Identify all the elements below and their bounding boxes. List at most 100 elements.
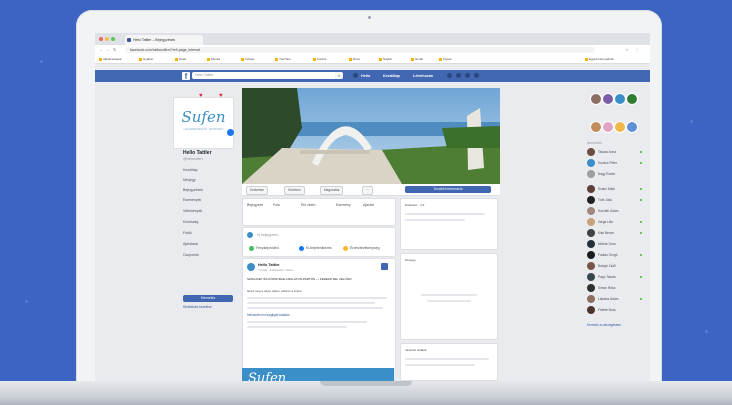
nav-home[interactable]: Kezdőlap: [383, 73, 400, 79]
bookmark-item[interactable]: Gmail: [411, 56, 423, 62]
bookmark-item[interactable]: Fordító: [313, 56, 327, 62]
help-icon[interactable]: [474, 73, 479, 78]
bookmarks-bar: Alkalmazások Gyakori Hírek Munka Térkép …: [95, 55, 650, 64]
bookmark-item[interactable]: Naptár: [379, 56, 392, 62]
sidebar-item-posts[interactable]: Bejegyzések: [183, 188, 203, 192]
photo-video-button[interactable]: Fénykép/videó: [256, 246, 279, 250]
post-image[interactable]: Sufen: [242, 368, 394, 382]
tab-title: Hello Tattler – Bejegyzések: [133, 38, 176, 42]
page-handle[interactable]: @hellosufen: [183, 157, 203, 161]
check-in-button[interactable]: Ki-bejelentkezés: [306, 246, 332, 250]
contact-item[interactable]: Papp Tamás: [587, 273, 645, 281]
promote-button[interactable]: Kiemelés: [183, 295, 233, 302]
tab-offer[interactable]: Ajánlat: [363, 203, 374, 207]
contact-item[interactable]: Lakatos Ádám: [587, 295, 645, 303]
contact-item[interactable]: Varga Lilla: [587, 218, 645, 226]
star-icon[interactable]: ☆: [625, 48, 629, 52]
reviews-label[interactable]: Értékelés · 4,9: [405, 203, 424, 207]
contact-item[interactable]: Nagy Eszter: [587, 170, 645, 178]
url-field[interactable]: facebook.com/hellosutfen/?ref=page_inter…: [125, 47, 595, 53]
close-window-dot[interactable]: [99, 37, 103, 41]
post-timestamp[interactable]: 7 órája · Közzétette: Sufen: [258, 268, 294, 272]
minimize-window-dot[interactable]: [105, 37, 109, 41]
bookmark-item[interactable]: Gyakori: [139, 56, 153, 62]
avatar[interactable]: [614, 93, 626, 105]
boost-icon[interactable]: [381, 263, 388, 270]
avatar[interactable]: [626, 93, 638, 105]
nav-profile[interactable]: Hello: [361, 73, 370, 79]
contact-item[interactable]: Kiss Bence: [587, 229, 645, 237]
avatar[interactable]: [614, 121, 626, 133]
contact-item[interactable]: Molnár Dóra: [587, 240, 645, 248]
sidebar-item-events[interactable]: Események: [183, 198, 201, 202]
contact-item[interactable]: Fekete Nóra: [587, 306, 645, 314]
tab-live[interactable]: Élő videó: [301, 203, 315, 207]
sidebar-item-reviews[interactable]: Vélemények: [183, 209, 202, 213]
avatar[interactable]: [602, 121, 614, 133]
cover-photo[interactable]: [242, 88, 500, 184]
post-author[interactable]: Hello Tattler: [258, 263, 280, 267]
sidebar-item-community[interactable]: Közösség: [183, 220, 198, 224]
share-button[interactable]: Megosztás: [320, 186, 344, 195]
contact-item[interactable]: Szabó Márk: [587, 185, 645, 193]
maximize-window-dot[interactable]: [111, 37, 115, 41]
sidebar-item-about[interactable]: Névjegy: [183, 178, 196, 182]
sidebar-item-groups[interactable]: Csoportok: [183, 253, 199, 257]
avatar[interactable]: [247, 263, 255, 271]
feeling-button[interactable]: Érzés/tevékenység: [350, 246, 380, 250]
forward-arrow-icon[interactable]: →: [106, 48, 110, 52]
composer-input[interactable]: Írj bejegyzést...: [257, 233, 281, 237]
learn-more-button[interactable]: További információ: [405, 186, 491, 193]
contact-item[interactable]: Tóth Júlia: [587, 196, 645, 204]
nav-create[interactable]: Létrehozás: [413, 73, 433, 79]
bookmark-item[interactable]: YouTube: [275, 56, 291, 62]
post-link[interactable]: hellosufen.hu/szigliget-balaton: [247, 313, 290, 317]
like-button[interactable]: Kedvelem: [246, 186, 269, 195]
sidebar-item-home[interactable]: Kezdőlap: [183, 168, 198, 172]
back-arrow-icon[interactable]: ←: [99, 48, 103, 52]
contact-item[interactable]: Simon Réka: [587, 284, 645, 292]
bookmark-item[interactable]: Alkalmazások: [99, 56, 122, 62]
avatar[interactable]: [626, 121, 638, 133]
camera-icon[interactable]: [227, 129, 234, 136]
menu-dots-icon[interactable]: ⋮: [635, 48, 639, 52]
info-card: Névjegy: [400, 253, 498, 340]
bookmark-item[interactable]: Hírek: [175, 56, 186, 62]
page-profile-picture[interactable]: Sufen LAKÁSDEKORÁCIÓ · FESTÉSZET: [173, 97, 234, 149]
avatar[interactable]: [590, 93, 602, 105]
notifications-icon[interactable]: [465, 73, 470, 78]
facebook-logo-icon[interactable]: f: [182, 72, 190, 81]
suggested-pages-card: Javasolt oldalak: [400, 343, 498, 381]
avatar[interactable]: [590, 121, 602, 133]
more-button[interactable]: ···: [362, 186, 374, 195]
avatar: [247, 232, 253, 238]
bookmark-item[interactable]: Egyéb könyvjelzők: [585, 56, 614, 62]
browser-tab[interactable]: Hello Tattler – Bejegyzések: [125, 35, 203, 45]
contact-item[interactable]: Takács Anna: [587, 148, 645, 156]
bookmark-item[interactable]: Térkép: [241, 56, 254, 62]
friends-icon[interactable]: [447, 73, 452, 78]
sidebar-item-photos[interactable]: Fotók: [183, 231, 192, 235]
bookmark-item[interactable]: Munka: [207, 56, 220, 62]
reload-icon[interactable]: ↻: [113, 48, 117, 52]
search-icon[interactable]: ⌕: [335, 72, 343, 79]
bookmark-item[interactable]: Képek: [439, 56, 452, 62]
follow-button[interactable]: Követem: [284, 186, 305, 195]
chat-search[interactable]: Keresés a csevegésben: [587, 323, 621, 327]
sidebar-item-recommendations[interactable]: Ajánlások: [183, 242, 198, 246]
text-line: [247, 321, 367, 323]
page-title[interactable]: Hello Tattler: [183, 150, 212, 156]
manage-ads-link[interactable]: Hirdetések kezelése: [183, 305, 212, 309]
tab-event[interactable]: Esemény: [336, 203, 351, 207]
bookmark-item[interactable]: Drive: [349, 56, 360, 62]
facebook-search-input[interactable]: Hello Tattler: [192, 72, 342, 79]
messenger-icon[interactable]: [456, 73, 461, 78]
contact-item[interactable]: Farkas Gergő: [587, 251, 645, 259]
avatar[interactable]: [602, 93, 614, 105]
tab-post[interactable]: Bejegyzés: [247, 203, 263, 207]
avatar[interactable]: [353, 73, 358, 78]
contact-item[interactable]: Balogh Zsófi: [587, 262, 645, 270]
contact-item[interactable]: Kovács Péter: [587, 159, 645, 167]
contact-item[interactable]: Horváth Ádám: [587, 207, 645, 215]
tab-photo[interactable]: Fotó: [273, 203, 280, 207]
